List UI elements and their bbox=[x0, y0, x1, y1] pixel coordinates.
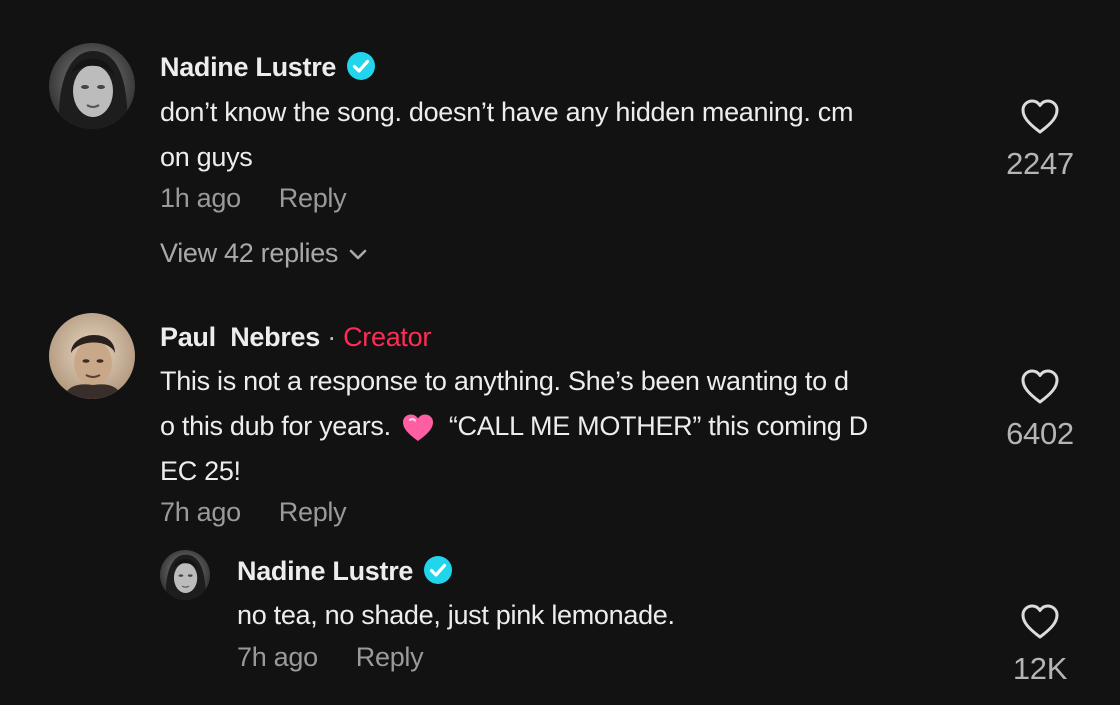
reply-text-line: no tea, no shade, just pink lemonade. bbox=[237, 600, 675, 630]
reply-button[interactable]: Reply bbox=[279, 497, 347, 527]
author-name[interactable]: Paul Nebres bbox=[160, 322, 320, 352]
view-replies-button[interactable]: View 42 replies bbox=[160, 236, 368, 270]
comment-meta: 7h ago Reply bbox=[160, 495, 347, 529]
comment-meta: 1h ago Reply bbox=[160, 181, 347, 215]
timestamp: 7h ago bbox=[160, 497, 241, 527]
like-button[interactable]: 12K bbox=[985, 603, 1095, 687]
comment-text-line: o this dub for years. “CALL ME MOTHER” th… bbox=[160, 404, 868, 449]
heart-outline-icon bbox=[1021, 99, 1059, 134]
separator: · bbox=[327, 322, 336, 352]
avatar[interactable] bbox=[160, 550, 210, 600]
like-button[interactable]: 2247 bbox=[985, 98, 1095, 182]
verified-badge-icon bbox=[347, 52, 376, 81]
comment-text-line: don’t know the song. doesn’t have any hi… bbox=[160, 97, 854, 127]
timestamp: 1h ago bbox=[160, 183, 241, 213]
heart-outline-icon bbox=[1021, 369, 1059, 404]
reply-text: no tea, no shade, just pink lemonade. bbox=[237, 593, 675, 638]
verified-badge-icon bbox=[424, 556, 453, 585]
heart-outline-icon bbox=[1021, 604, 1059, 639]
like-count: 12K bbox=[1012, 651, 1068, 686]
comment-text-line: This is not a response to anything. She’… bbox=[160, 366, 849, 396]
reply-author[interactable]: Nadine Lustre bbox=[237, 554, 453, 588]
timestamp: 7h ago bbox=[237, 642, 318, 672]
comment-author[interactable]: Paul Nebres · Creator bbox=[160, 320, 431, 354]
pink-heart-icon bbox=[402, 414, 433, 441]
like-count: 2247 bbox=[1006, 146, 1074, 181]
comment-text-segment: o this dub for years. bbox=[160, 411, 391, 441]
comment-text-line: EC 25! bbox=[160, 456, 241, 486]
reply-meta: 7h ago Reply bbox=[237, 640, 424, 674]
author-name[interactable]: Nadine Lustre bbox=[160, 52, 336, 82]
like-button[interactable]: 6402 bbox=[985, 368, 1095, 452]
author-name[interactable]: Nadine Lustre bbox=[237, 556, 413, 586]
avatar[interactable] bbox=[49, 43, 135, 129]
avatar[interactable] bbox=[49, 313, 135, 399]
reply-button[interactable]: Reply bbox=[279, 183, 347, 213]
reply-button[interactable]: Reply bbox=[356, 642, 424, 672]
like-count: 6402 bbox=[1006, 416, 1074, 451]
comment-text-segment: “CALL ME MOTHER” this coming D bbox=[448, 411, 868, 441]
comment-text: This is not a response to anything. She’… bbox=[160, 359, 868, 494]
chevron-down-icon bbox=[349, 249, 367, 260]
comment-author[interactable]: Nadine Lustre bbox=[160, 50, 376, 84]
comment-text: don’t know the song. doesn’t have any hi… bbox=[160, 90, 853, 180]
creator-badge: Creator bbox=[343, 322, 432, 352]
comment-text-line: on guys bbox=[160, 142, 253, 172]
view-replies-label[interactable]: View 42 replies bbox=[160, 238, 338, 268]
